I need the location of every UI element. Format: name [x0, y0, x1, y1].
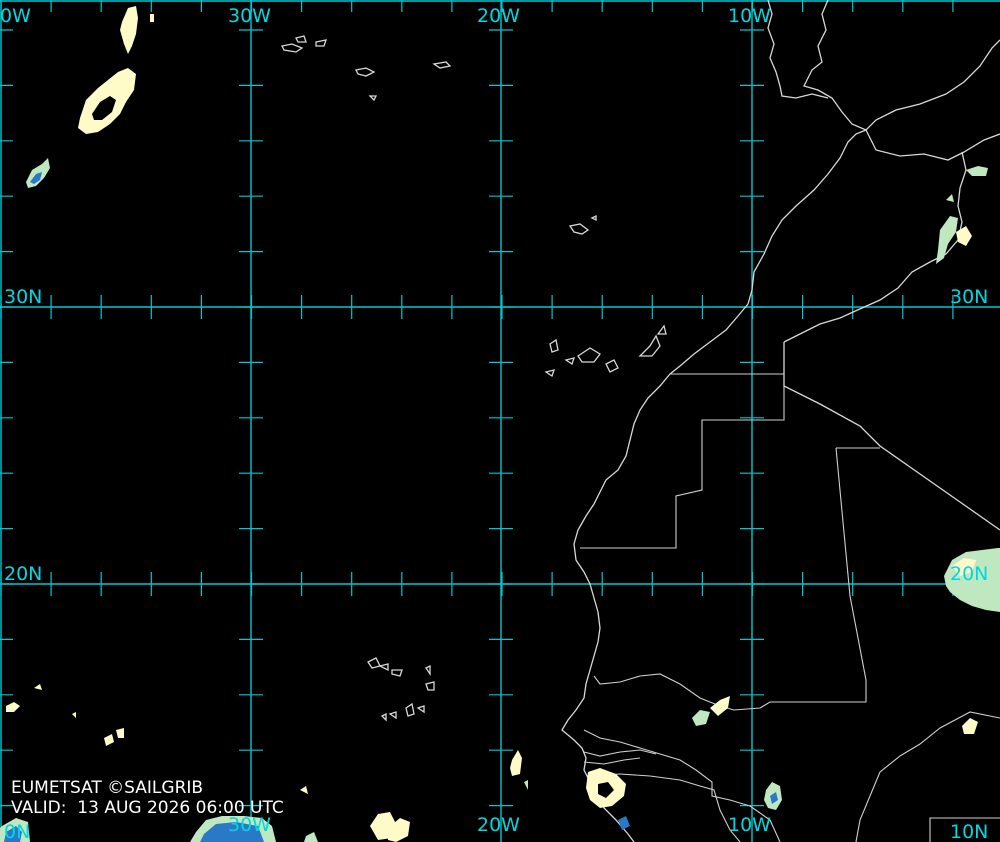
cloud-west-small-4 — [116, 728, 124, 738]
lat-label-left-20n: 20N — [4, 563, 43, 585]
lon-label-bottom-10w: 10W — [728, 814, 771, 836]
lon-label-top-0: 0W — [0, 5, 31, 27]
canary-lanzarote — [656, 324, 667, 335]
cape-verde-sal — [425, 664, 431, 677]
cloud-coast-2 — [524, 780, 528, 790]
azores-island-1 — [281, 43, 304, 53]
cloud-coast-1 — [510, 750, 522, 776]
cape-verde-sao-nicolau — [391, 669, 403, 677]
lat-label-right-20n: 20N — [950, 563, 989, 585]
cloud-south-4 — [304, 832, 318, 842]
cloud-coast-4 — [618, 816, 630, 830]
cape-verde-brava — [380, 712, 387, 722]
lat-label-right-30n: 30N — [950, 286, 989, 308]
cloud-mali-2 — [710, 696, 730, 716]
valid-spacer — [66, 798, 77, 818]
lon-label-bottom-30w: 30W — [228, 814, 271, 836]
canary-la-gomera — [564, 357, 575, 366]
azores-island-2 — [295, 35, 307, 43]
canary-gran-canaria — [605, 359, 619, 373]
cloud-east-south — [962, 718, 978, 734]
azores-island-3 — [315, 39, 327, 47]
cape-verde-sao-vicente — [378, 663, 389, 672]
canary-la-palma — [549, 338, 559, 353]
valid-time-line: VALID: 13 AUG 2026 06:00 UTC — [11, 800, 284, 817]
gambia-border — [583, 749, 657, 765]
madeira-island — [568, 223, 590, 235]
lat-label-bottom-10n: 10N — [950, 821, 989, 842]
cape-verde-santo-antao — [367, 657, 381, 669]
political-borders — [580, 373, 1000, 842]
cloud-northwest-top — [120, 6, 138, 54]
valid-prefix: VALID: — [11, 798, 67, 818]
cloud-algeria-2 — [956, 226, 972, 246]
azores-island-4 — [355, 67, 376, 77]
lon-label-top-10w: 10W — [728, 5, 771, 27]
morocco-coastline — [561, 129, 867, 842]
cape-verde-boa-vista — [425, 681, 435, 691]
lon-label-bottom-0: 0N — [4, 821, 31, 842]
cloud-mali-1 — [692, 710, 710, 726]
cloud-algeria-1 — [936, 216, 958, 264]
graticule-ticks — [0, 0, 954, 807]
lon-label-top-30w: 30W — [228, 5, 271, 27]
western-sahara-border — [580, 373, 785, 549]
cloud-cover — [0, 6, 1000, 842]
cloud-west-small-2 — [34, 684, 42, 690]
cloud-south-6 — [300, 786, 308, 794]
cloud-west-small-1 — [6, 702, 20, 712]
cloud-west-small-5 — [72, 712, 76, 718]
satellite-map: 0W 30W 20W 10W 30N 20N 30N 20N 0N 30W 20… — [0, 0, 1000, 842]
azores-island-6 — [432, 61, 452, 69]
cloud-northwest-top-2 — [150, 14, 154, 22]
cape-verde-maio — [416, 705, 425, 714]
lon-label-top-20w: 20W — [477, 5, 520, 27]
coastlines — [561, 0, 1000, 842]
canary-el-hierro — [544, 369, 555, 378]
islands — [281, 35, 667, 722]
valid-time: 13 AUG 2026 06:00 UTC — [77, 798, 284, 818]
cloud-northwest-small — [26, 158, 50, 188]
cape-verde-fogo — [388, 711, 397, 720]
cloud-algeria-4 — [946, 194, 954, 202]
cape-verde-santiago — [405, 702, 415, 717]
cloud-algeria-3 — [966, 166, 988, 176]
lon-label-bottom-20w: 20W — [477, 814, 520, 836]
azores-island-5 — [368, 95, 378, 102]
madeira-islet — [590, 214, 597, 222]
map-canvas — [0, 0, 1000, 842]
algeria-interior-border — [783, 342, 1000, 531]
mauritania-border — [593, 447, 880, 711]
mediterranean-coastline — [865, 129, 1000, 161]
lat-label-left-30n: 30N — [4, 286, 43, 308]
canary-fuerteventura — [638, 334, 661, 357]
cloud-west-small-3 — [104, 734, 114, 746]
iberia-coastline — [803, 0, 1000, 131]
source-credit: EUMETSAT ©SAILGRIB — [11, 778, 204, 798]
canary-tenerife — [577, 347, 601, 363]
